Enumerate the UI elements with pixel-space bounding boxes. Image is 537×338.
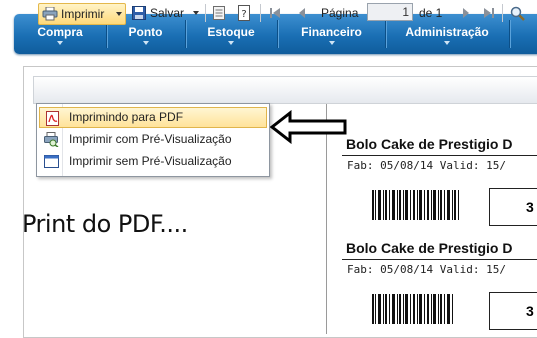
barcode-image bbox=[372, 190, 459, 220]
toolbar-divider bbox=[260, 4, 261, 22]
floppy-disk-icon bbox=[132, 6, 146, 20]
svg-text:?: ? bbox=[241, 9, 246, 20]
help-document-icon: ? bbox=[238, 5, 250, 21]
label-divider bbox=[342, 259, 537, 260]
quantity-value: 3 bbox=[526, 199, 534, 215]
menu-item-label: Imprimir com Pré-Visualização bbox=[69, 132, 232, 146]
menu-item-print-with-preview[interactable]: Imprimir com Pré-Visualização bbox=[39, 129, 267, 150]
first-page-icon bbox=[270, 8, 280, 18]
last-page-icon bbox=[484, 8, 494, 18]
help-button[interactable]: ? bbox=[236, 3, 252, 23]
report-toolbar bbox=[33, 76, 537, 104]
previous-page-icon bbox=[299, 8, 305, 18]
first-page-button[interactable] bbox=[268, 3, 282, 23]
document-icon bbox=[213, 6, 225, 20]
page-number-input[interactable] bbox=[367, 3, 413, 21]
chevron-down-icon bbox=[116, 12, 122, 16]
zoom-button[interactable] bbox=[509, 3, 527, 23]
print-button-label: Imprimir bbox=[61, 7, 105, 21]
chevron-down-icon bbox=[142, 41, 149, 45]
nav-item-estoque[interactable]: Estoque bbox=[186, 14, 276, 54]
label-divider bbox=[342, 155, 537, 156]
toolbar-divider bbox=[502, 4, 503, 22]
label-title: Bolo Cake de Prestigio D bbox=[346, 136, 513, 152]
save-button-label: Salvar bbox=[150, 6, 185, 20]
chevron-down-icon bbox=[444, 41, 450, 45]
nav-item-label: Administração bbox=[405, 25, 489, 39]
save-button[interactable]: Salvar bbox=[131, 3, 199, 23]
annotation-arrow-icon bbox=[270, 110, 347, 144]
print-button[interactable]: Imprimir bbox=[38, 3, 126, 25]
window-icon bbox=[44, 155, 59, 168]
quantity-box: 3 bbox=[489, 188, 537, 226]
label-dates: Fab: 05/08/14 Valid: 15/ bbox=[347, 159, 506, 172]
page-label: Página bbox=[321, 6, 359, 20]
menu-item-print-without-preview[interactable]: Imprimir sem Pré-Visualização bbox=[39, 151, 267, 172]
menu-item-print-to-pdf[interactable]: Imprimindo para PDF bbox=[39, 107, 267, 128]
pdf-icon bbox=[46, 111, 59, 126]
chevron-down-icon bbox=[57, 41, 63, 45]
print-dropdown-menu: Imprimindo para PDF Imprimir com Pré-Vis… bbox=[36, 103, 270, 177]
previous-page-button[interactable] bbox=[296, 3, 308, 23]
last-page-button[interactable] bbox=[482, 3, 496, 23]
chevron-down-icon bbox=[228, 41, 234, 45]
nav-divider bbox=[509, 20, 510, 48]
barcode-image bbox=[372, 294, 453, 324]
chevron-down-icon bbox=[328, 41, 335, 45]
nav-item-label: Financeiro bbox=[301, 25, 362, 39]
chevron-down-icon bbox=[193, 11, 199, 15]
menu-item-label: Imprimir sem Pré-Visualização bbox=[69, 154, 232, 168]
next-page-icon bbox=[463, 8, 469, 18]
label-title: Bolo Cake de Prestigio D bbox=[346, 240, 513, 256]
quantity-value: 3 bbox=[526, 303, 534, 319]
next-page-button[interactable] bbox=[460, 3, 472, 23]
nav-item-label: Estoque bbox=[207, 25, 255, 39]
quantity-box: 3 bbox=[489, 292, 537, 330]
printer-icon bbox=[42, 7, 58, 21]
annotation-caption: Print do PDF.... bbox=[22, 210, 188, 238]
page-count-label: de 1 bbox=[419, 6, 443, 20]
menu-item-label: Imprimindo para PDF bbox=[69, 110, 184, 124]
document-map-button[interactable] bbox=[211, 3, 227, 23]
print-preview-icon bbox=[44, 132, 59, 147]
toolbar-divider bbox=[205, 4, 206, 22]
magnifier-icon bbox=[510, 6, 525, 21]
nav-item-label: Compra bbox=[37, 25, 83, 39]
nav-item-label: Ponto bbox=[128, 25, 163, 39]
label-dates: Fab: 05/08/14 Valid: 15/ bbox=[347, 263, 506, 276]
